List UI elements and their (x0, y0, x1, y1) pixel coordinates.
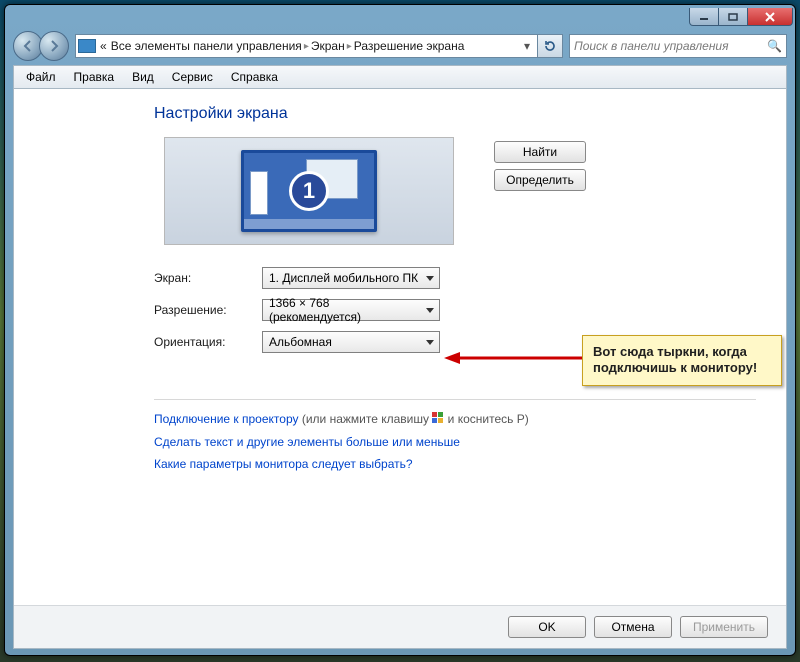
resolution-combo[interactable]: 1366 × 768 (рекомендуется) (262, 299, 440, 321)
close-icon (764, 12, 776, 22)
maximize-icon (728, 13, 738, 21)
address-bar[interactable]: « Все элементы панели управления ▸ Экран… (75, 34, 538, 58)
window-controls (689, 8, 793, 26)
titlebar (5, 5, 795, 29)
monitor-thumb[interactable]: 1 (241, 150, 377, 232)
textsize-link[interactable]: Сделать текст и другие элементы больше и… (154, 435, 460, 449)
minimize-icon (699, 13, 709, 21)
ok-button[interactable]: OK (508, 616, 586, 638)
find-button[interactable]: Найти (494, 141, 586, 163)
menubar: Файл Правка Вид Сервис Справка (13, 65, 787, 89)
which-monitor-link[interactable]: Какие параметры монитора следует выбрать… (154, 457, 413, 471)
screen-combo[interactable]: 1. Дисплей мобильного ПК (262, 267, 440, 289)
dialog-button-bar: OK Отмена Применить (14, 605, 786, 648)
nav-back-forward (13, 31, 69, 61)
page-title: Настройки экрана (154, 105, 756, 123)
annotation-note: Вот сюда тыркни, когда подключишь к мони… (582, 335, 782, 386)
breadcrumb-sep-icon: ▸ (347, 41, 352, 52)
breadcrumb-sep-icon: ▸ (304, 41, 309, 52)
breadcrumb-item[interactable]: Все элементы панели управления (111, 39, 302, 53)
monitor-number: 1 (289, 171, 329, 211)
back-icon (21, 39, 35, 53)
menu-help[interactable]: Справка (223, 68, 286, 86)
label-resolution: Разрешение: (154, 303, 262, 317)
search-input[interactable]: Поиск в панели управления 🔍 (569, 34, 787, 58)
forward-icon (47, 39, 61, 53)
annotation-line1: Вот сюда тыркни, когда (593, 344, 747, 359)
close-button[interactable] (747, 8, 793, 26)
orientation-combo-value: Альбомная (269, 335, 332, 349)
search-placeholder: Поиск в панели управления (574, 39, 729, 53)
breadcrumb-item[interactable]: Экран (311, 39, 345, 53)
navbar: « Все элементы панели управления ▸ Экран… (13, 29, 787, 63)
projector-link[interactable]: Подключение к проектору (154, 412, 299, 426)
detect-button[interactable]: Определить (494, 169, 586, 191)
decoration (250, 171, 268, 215)
decoration (244, 219, 374, 229)
content-area: Настройки экрана 1 Найти Определить (13, 89, 787, 649)
menu-view[interactable]: Вид (124, 68, 162, 86)
separator (154, 399, 756, 400)
apply-button[interactable]: Применить (680, 616, 768, 638)
projector-hint-b: и коснитесь P) (444, 412, 528, 426)
menu-file[interactable]: Файл (18, 68, 64, 86)
refresh-icon (543, 39, 557, 53)
minimize-button[interactable] (689, 8, 719, 26)
windows-key-icon (432, 412, 444, 427)
refresh-button[interactable] (537, 34, 563, 58)
orientation-combo[interactable]: Альбомная (262, 331, 440, 353)
label-screen: Экран: (154, 271, 262, 285)
resolution-combo-value: 1366 × 768 (рекомендуется) (269, 296, 421, 324)
projector-line: Подключение к проектору (или нажмите кла… (154, 412, 756, 427)
annotation-line2: подключишь к монитору! (593, 360, 757, 375)
label-orientation: Ориентация: (154, 335, 262, 349)
search-icon[interactable]: 🔍 (767, 39, 782, 53)
window-frame: « Все элементы панели управления ▸ Экран… (4, 4, 796, 656)
address-dropdown-icon[interactable]: ▾ (519, 39, 535, 53)
forward-button[interactable] (39, 31, 69, 61)
projector-hint-a: (или нажмите клавишу (299, 412, 433, 426)
cancel-button[interactable]: Отмена (594, 616, 672, 638)
maximize-button[interactable] (719, 8, 747, 26)
menu-service[interactable]: Сервис (164, 68, 221, 86)
breadcrumb-item[interactable]: Разрешение экрана (354, 39, 465, 53)
breadcrumb-prefix: « (100, 39, 107, 53)
screen-combo-value: 1. Дисплей мобильного ПК (269, 271, 418, 285)
display-preview[interactable]: 1 (164, 137, 454, 245)
control-panel-icon (78, 39, 96, 53)
menu-edit[interactable]: Правка (66, 68, 123, 86)
